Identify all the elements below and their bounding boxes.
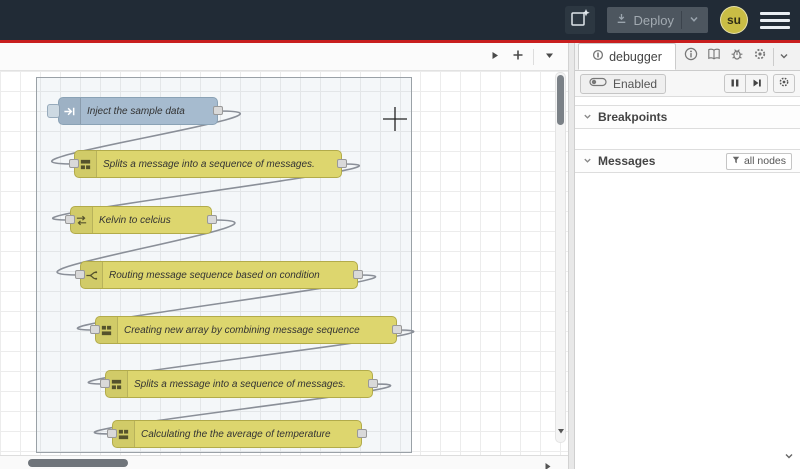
sidebar: debugger Enabled Breakpoints Messages al… [575, 43, 800, 469]
input-port[interactable] [100, 379, 110, 388]
node-label: Creating new array by combining message … [124, 324, 360, 336]
tab-config-button[interactable] [750, 47, 770, 67]
output-port[interactable] [368, 379, 378, 388]
messages-label: Messages [598, 154, 656, 168]
scroll-down-icon[interactable] [557, 422, 565, 440]
deploy-label: Deploy [633, 12, 674, 28]
output-port[interactable] [337, 159, 347, 168]
node-label: Splits a message into a sequence of mess… [103, 158, 315, 170]
node-label: Calculating the the average of temperatu… [141, 428, 331, 440]
step-forward-icon [752, 75, 762, 93]
main-menu-button[interactable] [760, 7, 790, 33]
gear-icon [778, 75, 790, 93]
breakpoints-section-header[interactable]: Breakpoints [575, 105, 800, 129]
input-port[interactable] [75, 270, 85, 279]
deploy-divider [681, 11, 682, 29]
chevron-down-icon [784, 448, 794, 465]
input-port[interactable] [90, 325, 100, 334]
sidebar-splitter[interactable] [568, 43, 575, 469]
header: Deploy su [0, 0, 800, 40]
debugger-tab-icon [592, 49, 604, 64]
tab-help-button[interactable] [704, 47, 724, 67]
messages-list [575, 173, 800, 469]
output-port[interactable] [357, 429, 367, 438]
horizontal-scrollbar[interactable] [0, 455, 568, 469]
flow-node-split[interactable]: Splits a message into a sequence of mess… [69, 150, 347, 178]
sidebar-tab-list-button[interactable] [773, 47, 794, 66]
tab-scroll-right-button[interactable] [483, 46, 505, 68]
node-label: Inject the sample data [87, 105, 185, 117]
funnel-icon [732, 155, 740, 167]
flow-node-join[interactable]: Creating new array by combining message … [90, 316, 402, 344]
deploy-icon [616, 11, 627, 29]
flow-node-change[interactable]: Kelvin to celcius [65, 206, 217, 234]
canvas-tool-button[interactable] [564, 6, 595, 34]
toggle-icon [589, 76, 607, 91]
tab-debugger[interactable]: debugger [578, 43, 676, 70]
sidebar-footer-expand-button[interactable] [784, 448, 794, 466]
hamburger-icon [760, 11, 790, 15]
book-icon [707, 47, 721, 66]
breakpoints-label: Breakpoints [598, 110, 668, 124]
enabled-label: Enabled [613, 76, 658, 91]
output-port[interactable] [353, 270, 363, 279]
bug-icon [730, 47, 744, 66]
triangle-right-icon [489, 48, 500, 66]
step-button[interactable] [746, 74, 768, 93]
crosshair-cursor [383, 107, 407, 131]
filter-label: all nodes [743, 155, 786, 167]
vertical-scroll-thumb[interactable] [557, 75, 564, 125]
scroll-right-icon[interactable] [543, 458, 552, 469]
node-label: Kelvin to celcius [99, 214, 171, 226]
flow-node-inject[interactable]: Inject the sample data [47, 97, 223, 125]
tab-info-button[interactable] [681, 47, 701, 67]
avatar-initials: su [726, 13, 741, 27]
tab-debug-button[interactable] [727, 47, 747, 67]
sidebar-tabbar: debugger [575, 43, 800, 71]
vertical-scrollbar[interactable] [555, 72, 566, 443]
output-port[interactable] [392, 325, 402, 334]
input-port[interactable] [69, 159, 79, 168]
flow-canvas[interactable]: Inject the sample data Splits a message i… [0, 71, 568, 455]
user-avatar[interactable]: su [720, 6, 748, 34]
deploy-button[interactable]: Deploy [606, 7, 708, 33]
flow-tabbar [0, 43, 568, 71]
debugger-settings-button[interactable] [773, 74, 795, 93]
flow-list-button[interactable] [538, 46, 560, 68]
flow-node-split[interactable]: Splits a message into a sequence of mess… [100, 370, 378, 398]
debugger-enabled-toggle[interactable]: Enabled [580, 73, 667, 94]
workspace: Inject the sample data Splits a message i… [0, 43, 568, 469]
message-filter-button[interactable]: all nodes [725, 152, 792, 170]
chevron-down-icon [583, 152, 592, 170]
plus-icon [512, 48, 524, 66]
output-port[interactable] [213, 106, 223, 115]
flow-node-join[interactable]: Calculating the the average of temperatu… [107, 420, 367, 448]
chevron-down-icon [779, 48, 789, 66]
horizontal-scroll-thumb[interactable] [28, 459, 128, 467]
inject-node-icon [59, 98, 81, 124]
triangle-down-icon [544, 48, 555, 66]
deploy-options-chevron-icon[interactable] [689, 11, 699, 29]
breakpoints-list [575, 129, 800, 149]
messages-section-header[interactable]: Messages all nodes [575, 149, 800, 173]
debugger-toolbar: Enabled [575, 71, 800, 97]
debugger-tab-label: debugger [609, 49, 662, 64]
flow-node-switch[interactable]: Routing message sequence based on condit… [75, 261, 363, 289]
node-label: Splits a message into a sequence of mess… [134, 378, 346, 390]
gear-icon [753, 47, 767, 66]
pause-icon [730, 75, 740, 93]
frame-sparkle-icon [569, 7, 591, 34]
input-port[interactable] [65, 215, 75, 224]
input-port[interactable] [107, 429, 117, 438]
node-label: Routing message sequence based on condit… [109, 269, 320, 281]
output-port[interactable] [207, 215, 217, 224]
chevron-down-icon [583, 108, 592, 126]
info-icon [684, 47, 698, 66]
add-flow-button[interactable] [507, 46, 529, 68]
pause-button[interactable] [724, 74, 746, 93]
